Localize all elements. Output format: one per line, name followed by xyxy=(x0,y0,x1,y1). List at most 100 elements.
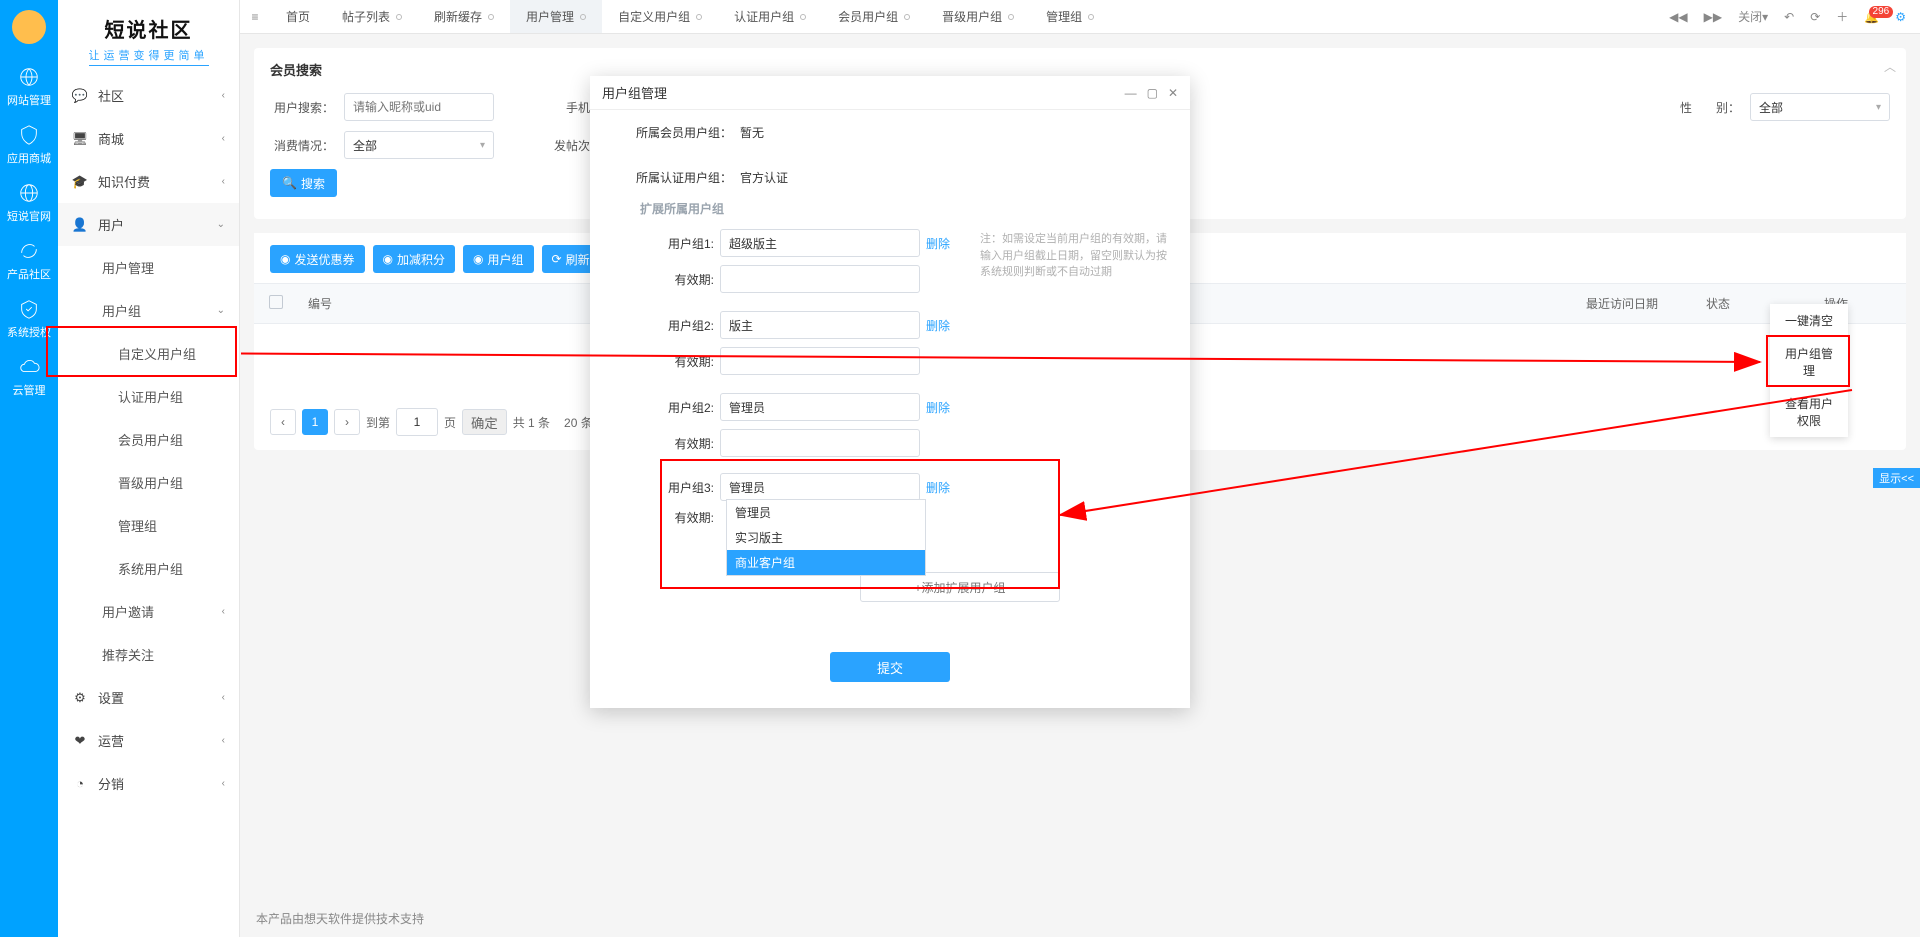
sidebar-item-user-group[interactable]: 用户组⌄ xyxy=(58,289,239,332)
collapse-icon[interactable]: ︿ xyxy=(1884,58,1896,75)
rail-item-community[interactable]: 产品社区 xyxy=(0,232,58,290)
sidebar-item-follow[interactable]: 推荐关注 xyxy=(58,633,239,676)
tab-admin-group[interactable]: 管理组 xyxy=(1030,0,1110,33)
tab-posts[interactable]: 帖子列表 xyxy=(326,0,418,33)
sidebar-item-ops[interactable]: ❤运营‹ xyxy=(58,719,239,762)
tab-home[interactable]: 首页 xyxy=(270,0,326,33)
rail-item-appstore[interactable]: 应用商城 xyxy=(0,116,58,174)
undo-icon[interactable]: ↶ xyxy=(1776,10,1802,24)
g2-delete-link[interactable]: 删除 xyxy=(926,317,950,334)
tab-level-group[interactable]: 晋级用户组 xyxy=(926,0,1030,33)
g1-eff-input[interactable] xyxy=(720,265,920,293)
sidebar-item-label: 自定义用户组 xyxy=(118,344,196,363)
g3-delete-link[interactable]: 删除 xyxy=(926,479,950,496)
sidebar-item-system-group[interactable]: 系统用户组 xyxy=(58,547,239,590)
sidebar-item-user[interactable]: 👤用户⌄ xyxy=(58,203,239,246)
close-dropdown[interactable]: 关闭 ▾ xyxy=(1730,8,1776,25)
expiry-note: 注：如需设定当前用户组的有效期，请输入用户组截止日期，留空则默认为按系统规则判断… xyxy=(980,229,1170,301)
maximize-icon[interactable]: ▢ xyxy=(1147,86,1158,100)
sidebar-item-label: 晋级用户组 xyxy=(118,473,183,492)
add-ext-group-button[interactable]: +添加扩展用户组 xyxy=(860,572,1060,602)
sidebar-item-admin-group[interactable]: 管理组 xyxy=(58,504,239,547)
chevron-left-icon: ‹ xyxy=(222,692,225,703)
minimize-icon[interactable]: ― xyxy=(1125,86,1137,100)
tab-close-icon[interactable] xyxy=(488,14,494,20)
th-status: 状态 xyxy=(1696,284,1766,324)
page-prev-button[interactable]: ‹ xyxy=(270,409,296,435)
tab-cert-group[interactable]: 认证用户组 xyxy=(718,0,822,33)
menu-toggle-icon[interactable]: ≡ xyxy=(240,0,270,33)
tab-label: 帖子列表 xyxy=(342,8,390,25)
select-all-checkbox[interactable] xyxy=(269,295,283,309)
tab-close-icon[interactable] xyxy=(580,14,586,20)
g2-input[interactable] xyxy=(720,311,920,339)
g2b-eff-input[interactable] xyxy=(720,429,920,457)
dd-opt-business[interactable]: 商业客户组 xyxy=(727,550,925,575)
sidebar-item-level-group[interactable]: 晋级用户组 xyxy=(58,461,239,504)
rail-item-site[interactable]: 网站管理 xyxy=(0,58,58,116)
g1-input[interactable] xyxy=(720,229,920,257)
points-button[interactable]: ◉加减积分 xyxy=(373,245,456,273)
user-search-input[interactable] xyxy=(344,93,494,121)
dd-opt-intern[interactable]: 实习版主 xyxy=(727,525,925,550)
tab-user-manage[interactable]: 用户管理 xyxy=(510,0,602,33)
g2b-delete-link[interactable]: 删除 xyxy=(926,399,950,416)
sidebar-item-invite[interactable]: 用户邀请‹ xyxy=(58,590,239,633)
sidebar-item-settings[interactable]: ⚙设置‹ xyxy=(58,676,239,719)
usergroup-button[interactable]: ◉用户组 xyxy=(463,245,534,273)
show-tag[interactable]: 显示<< xyxy=(1873,468,1920,488)
tab-close-icon[interactable] xyxy=(1088,14,1094,20)
user-search-label: 用户搜索： xyxy=(270,99,334,116)
g2b-input[interactable] xyxy=(720,393,920,421)
tab-next-icon[interactable]: ▶▶ xyxy=(1696,10,1730,24)
g3-input[interactable] xyxy=(720,473,920,501)
settings-top-icon[interactable]: ⚙ xyxy=(1887,10,1914,24)
menu-clear-all[interactable]: 一键清空 xyxy=(1770,304,1848,337)
close-icon[interactable]: ✕ xyxy=(1168,86,1178,100)
sidebar-item-cert-group[interactable]: 认证用户组 xyxy=(58,375,239,418)
tab-close-icon[interactable] xyxy=(696,14,702,20)
page-next-button[interactable]: › xyxy=(334,409,360,435)
rail-item-cloud[interactable]: 云管理 xyxy=(0,348,58,406)
tab-close-icon[interactable] xyxy=(1008,14,1014,20)
consume-select[interactable]: 全部▾ xyxy=(344,131,494,159)
icon-rail: 网站管理 应用商城 短说官网 产品社区 系统授权 云管理 xyxy=(0,0,58,937)
logo-subtitle: 让运营变得更简单 xyxy=(89,47,209,66)
sidebar-item-member-group[interactable]: 会员用户组 xyxy=(58,418,239,461)
tab-member-group[interactable]: 会员用户组 xyxy=(822,0,926,33)
tab-close-icon[interactable] xyxy=(800,14,806,20)
chevron-left-icon: ‹ xyxy=(222,90,225,101)
page-input[interactable] xyxy=(396,408,438,436)
tab-close-icon[interactable] xyxy=(904,14,910,20)
sidebar-item-knowledge[interactable]: 🎓知识付费‹ xyxy=(58,160,239,203)
add-icon[interactable]: ＋ xyxy=(1828,8,1856,25)
dd-opt-admin[interactable]: 管理员 xyxy=(727,500,925,525)
g1-delete-link[interactable]: 删除 xyxy=(926,235,950,252)
sidebar-item-custom-group[interactable]: 自定义用户组 xyxy=(58,332,239,375)
tab-custom-group[interactable]: 自定义用户组 xyxy=(602,0,718,33)
g2-label: 用户组2: xyxy=(610,317,720,334)
menu-usergroup-manage[interactable]: 用户组管理 xyxy=(1770,337,1848,387)
rail-item-license[interactable]: 系统授权 xyxy=(0,290,58,348)
submit-button[interactable]: 提交 xyxy=(830,652,950,682)
sidebar-sub-user: 用户管理 用户组⌄ 自定义用户组 认证用户组 会员用户组 晋级用户组 管理组 系… xyxy=(58,246,239,676)
rail-item-official[interactable]: 短说官网 xyxy=(0,174,58,232)
sidebar-item-dist[interactable]: ◔分销‹ xyxy=(58,762,239,805)
page-go-button[interactable]: 确定 xyxy=(462,409,507,435)
tab-close-icon[interactable] xyxy=(396,14,402,20)
page-current[interactable]: 1 xyxy=(302,409,328,435)
sidebar-item-user-manage[interactable]: 用户管理 xyxy=(58,246,239,289)
chevron-down-icon: ⌄ xyxy=(217,219,225,230)
tab-prev-icon[interactable]: ◀◀ xyxy=(1661,10,1695,24)
sidebar-item-shop[interactable]: 🖥商城‹ xyxy=(58,117,239,160)
search-button[interactable]: 🔍搜索 xyxy=(270,169,337,197)
sidebar-item-community[interactable]: 💬社区‹ xyxy=(58,74,239,117)
avatar[interactable] xyxy=(12,10,46,44)
g2-eff-input[interactable] xyxy=(720,347,920,375)
send-coupon-button[interactable]: ◉发送优惠券 xyxy=(270,245,365,273)
menu-view-perm[interactable]: 查看用户权限 xyxy=(1770,387,1848,437)
refresh-icon[interactable]: ⟳ xyxy=(1802,10,1828,24)
tab-refresh-cache[interactable]: 刷新缓存 xyxy=(418,0,510,33)
bell-icon[interactable]: 🔔296 xyxy=(1856,10,1887,24)
gender-select[interactable]: 全部▾ xyxy=(1750,93,1890,121)
